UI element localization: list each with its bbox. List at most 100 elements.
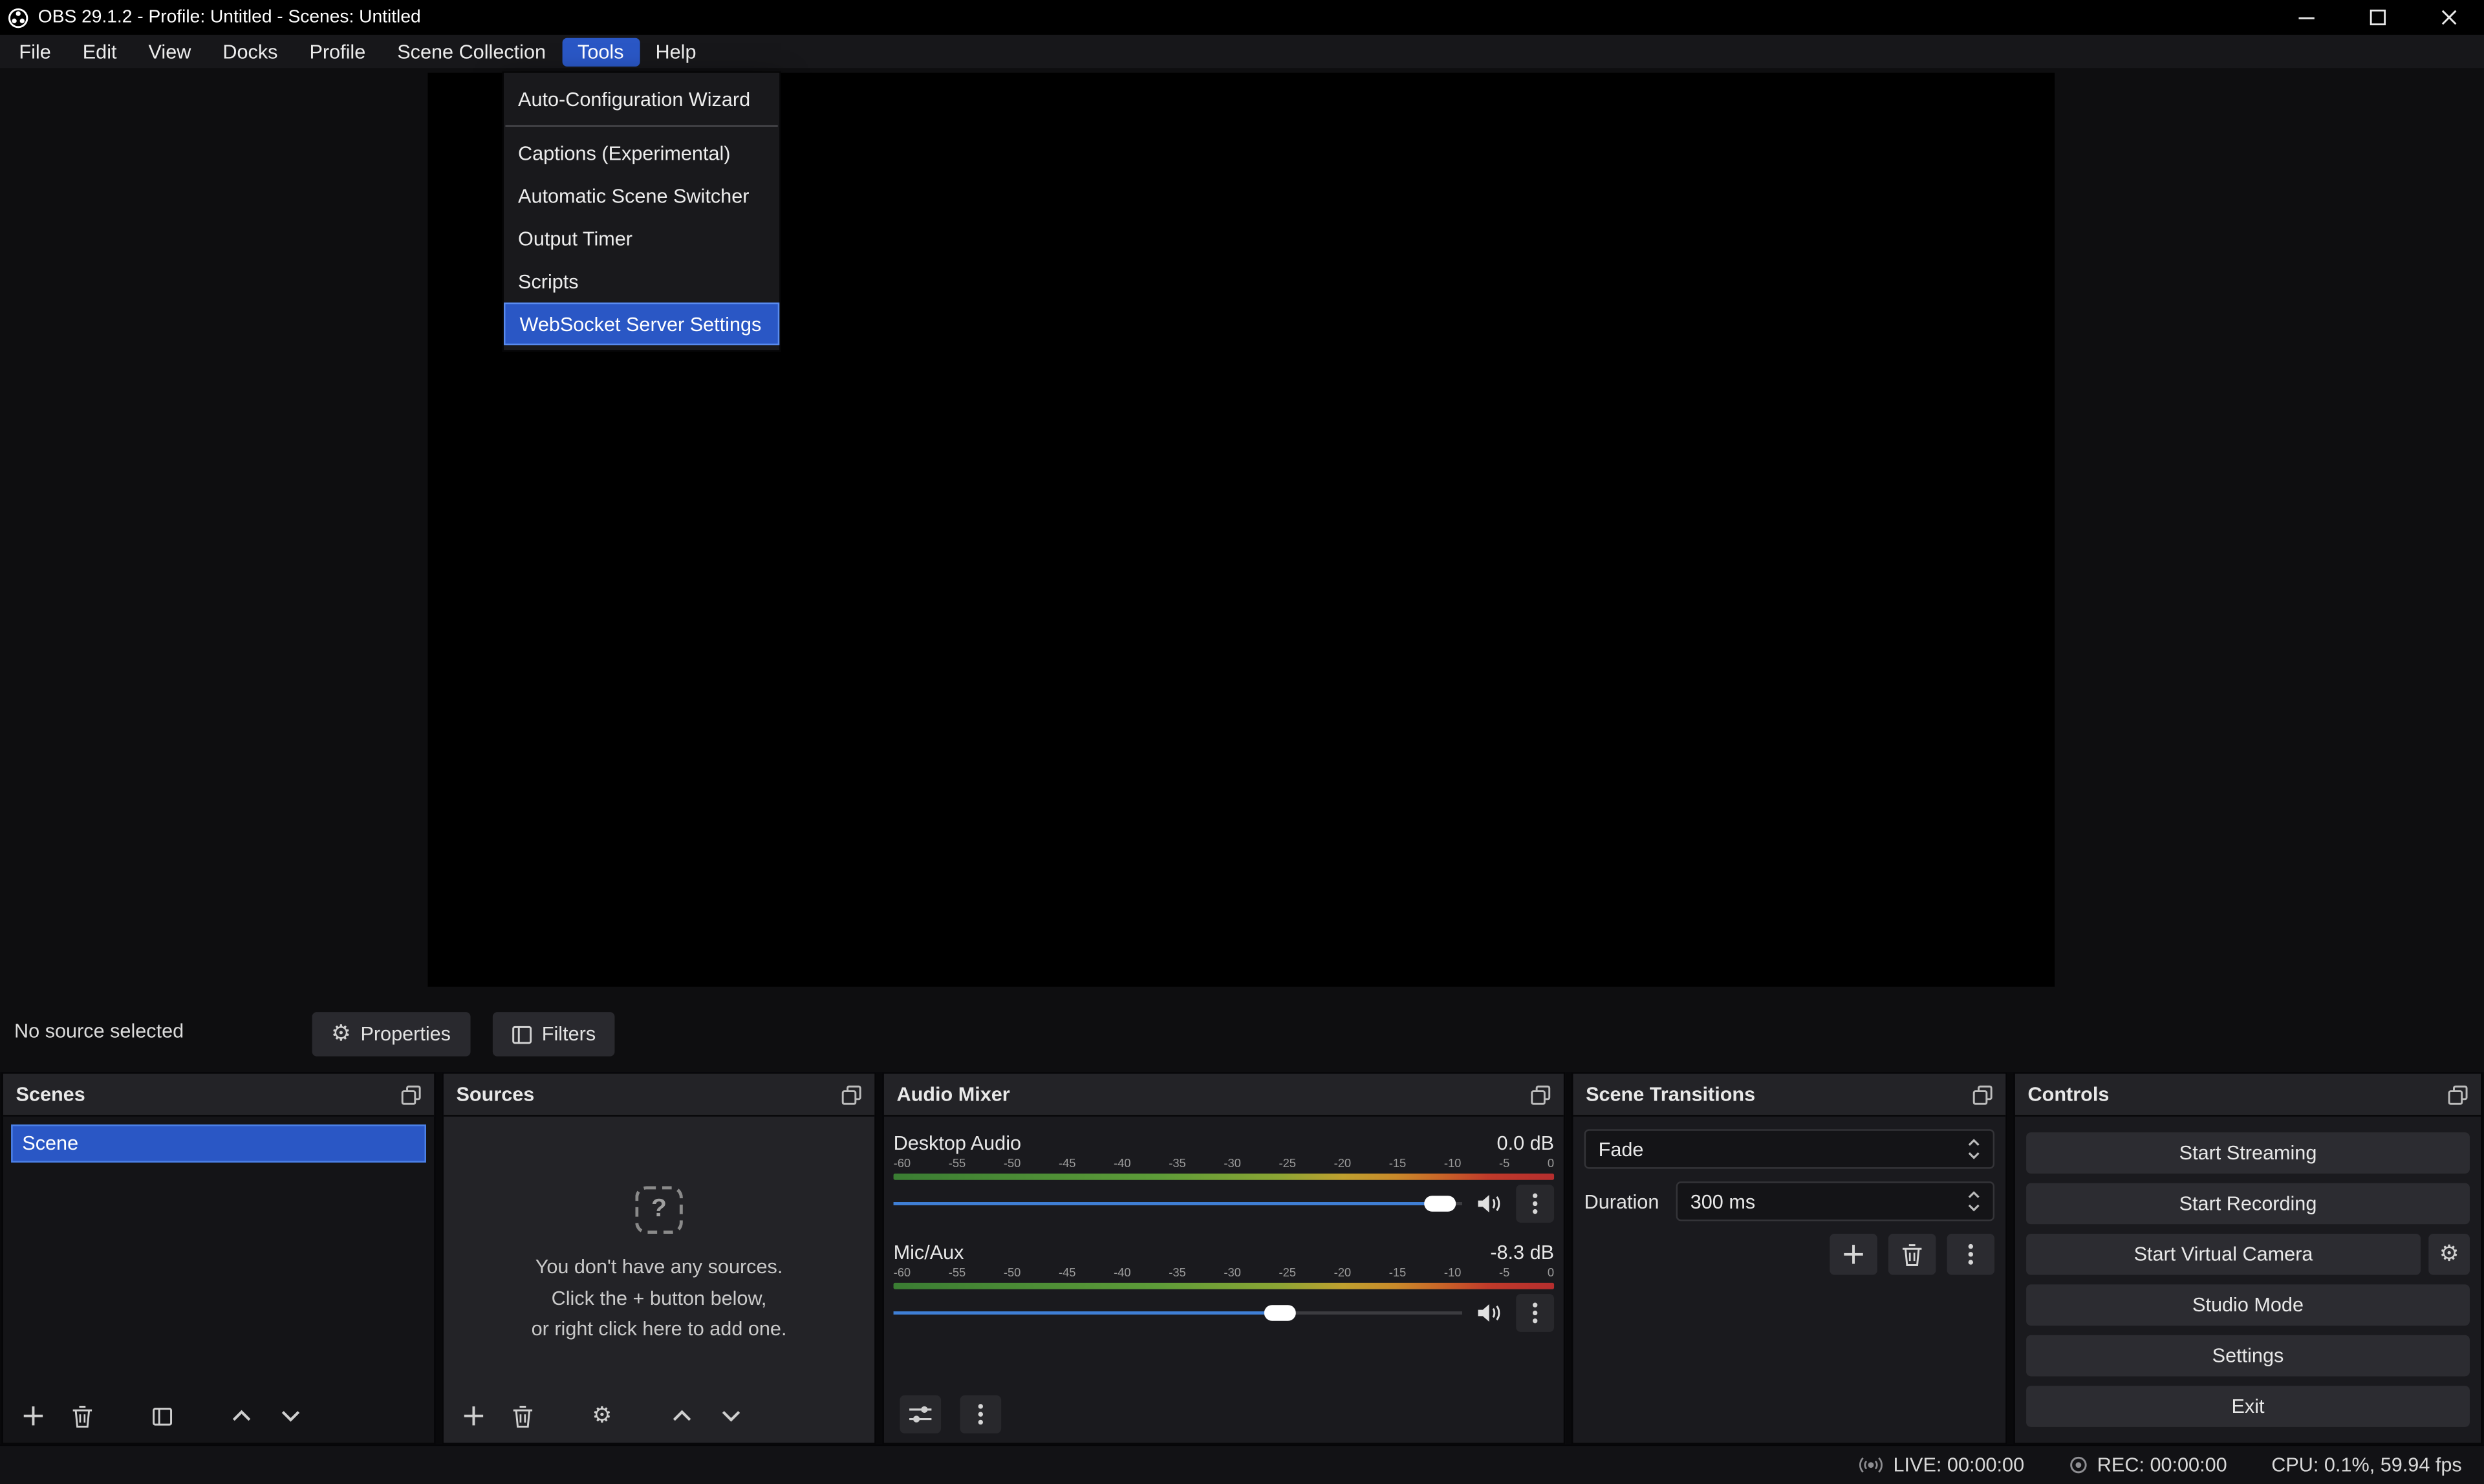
popout-icon[interactable] — [841, 1084, 862, 1105]
volume-slider[interactable] — [894, 1185, 1462, 1223]
move-scene-down-icon[interactable] — [275, 1402, 304, 1430]
mixer-options-kebab-icon[interactable] — [960, 1395, 1001, 1434]
scene-list-item[interactable]: Scene — [11, 1124, 426, 1163]
menubar: File Edit View Docks Profile Scene Colle… — [0, 35, 2484, 68]
controls-dock-header[interactable]: Controls — [2015, 1074, 2481, 1117]
menu-item-output-timer[interactable]: Output Timer — [504, 217, 779, 260]
move-scene-up-icon[interactable] — [226, 1402, 255, 1430]
audio-mixer-dock-title: Audio Mixer — [896, 1083, 1010, 1105]
workspace: Auto-Configuration Wizard Captions (Expe… — [0, 68, 2484, 996]
menu-edit[interactable]: Edit — [67, 38, 133, 66]
remove-scene-icon[interactable] — [68, 1402, 96, 1430]
popout-icon[interactable] — [1530, 1084, 1551, 1105]
gear-icon: ⚙ — [331, 1023, 351, 1045]
transitions-dock-header[interactable]: Scene Transitions — [1573, 1074, 2005, 1117]
menu-docks[interactable]: Docks — [207, 38, 294, 66]
sources-dock-header[interactable]: Sources — [444, 1074, 874, 1117]
advanced-audio-settings-icon[interactable] — [900, 1395, 941, 1434]
volume-meter — [894, 1174, 1554, 1180]
maximize-button[interactable] — [2342, 0, 2413, 35]
menu-file[interactable]: File — [3, 38, 67, 66]
scenes-dock-header[interactable]: Scenes — [3, 1074, 434, 1117]
filters-button[interactable]: Filters — [493, 1012, 615, 1057]
rec-status: REC: 00:00:00 — [2069, 1454, 2227, 1476]
rec-time-label: REC: 00:00:00 — [2097, 1454, 2227, 1476]
start-virtual-camera-button[interactable]: Start Virtual Camera — [2026, 1234, 2421, 1275]
scene-filters-icon[interactable] — [147, 1402, 176, 1430]
scenes-toolbar — [3, 1395, 434, 1443]
menu-tools[interactable]: Tools — [562, 38, 640, 66]
volume-slider[interactable] — [894, 1294, 1462, 1332]
add-scene-icon[interactable] — [19, 1402, 47, 1430]
spin-arrows-icon[interactable] — [1967, 1191, 1980, 1212]
minimize-button[interactable] — [2270, 0, 2341, 35]
add-transition-button[interactable] — [1830, 1234, 1877, 1275]
duration-spinbox[interactable]: 300 ms — [1676, 1181, 1994, 1221]
menu-view[interactable]: View — [133, 38, 207, 66]
transition-options-kebab-icon[interactable] — [1947, 1234, 1994, 1275]
popout-icon[interactable] — [1972, 1084, 1993, 1105]
transitions-dock-title: Scene Transitions — [1586, 1083, 1755, 1105]
record-icon — [2069, 1456, 2088, 1474]
speaker-icon[interactable] — [1476, 1192, 1502, 1214]
menu-profile[interactable]: Profile — [294, 38, 382, 66]
remove-source-icon[interactable] — [508, 1402, 537, 1430]
menu-separator — [505, 125, 777, 126]
channel-options-kebab-icon[interactable] — [1516, 1185, 1554, 1223]
scenes-dock-title: Scenes — [16, 1083, 85, 1105]
channel-level-value: -8.3 dB — [1490, 1241, 1554, 1263]
start-streaming-button[interactable]: Start Streaming — [2026, 1132, 2470, 1174]
menu-item-automatic-scene-switcher[interactable]: Automatic Scene Switcher — [504, 174, 779, 217]
scene-transitions-dock: Scene Transitions Fade Du — [1571, 1072, 2007, 1445]
channel-name: Desktop Audio — [894, 1132, 1021, 1154]
mixer-channel-desktop-audio: Desktop Audio 0.0 dB -60-55-50-45-40-35-… — [894, 1129, 1554, 1223]
menu-item-captions[interactable]: Captions (Experimental) — [504, 131, 779, 174]
obs-window: OBS 29.1.2 - Profile: Untitled - Scenes:… — [0, 0, 2484, 1484]
filters-icon — [512, 1024, 532, 1044]
volume-slider-handle[interactable] — [1264, 1305, 1296, 1320]
transition-select[interactable]: Fade — [1584, 1129, 1994, 1168]
sources-empty-line: You don't have any sources. — [444, 1254, 874, 1280]
live-status: LIVE: 00:00:00 — [1859, 1454, 2024, 1476]
add-source-icon[interactable] — [459, 1402, 488, 1430]
studio-mode-button[interactable]: Studio Mode — [2026, 1284, 2470, 1326]
help-question-icon: ? — [635, 1187, 682, 1234]
sources-empty-area[interactable]: ? You don't have any sources. Click the … — [444, 1117, 874, 1395]
volume-slider-handle[interactable] — [1423, 1196, 1455, 1211]
virtual-camera-settings-button[interactable]: ⚙ — [2428, 1234, 2470, 1275]
meter-scale: -60-55-50-45-40-35-30-25-20-15-10-50 — [894, 1265, 1554, 1281]
sources-dock: Sources ? You don't have any sources. Cl… — [442, 1072, 876, 1445]
menu-item-auto-configuration-wizard[interactable]: Auto-Configuration Wizard — [504, 78, 779, 120]
menu-item-websocket-server-settings[interactable]: WebSocket Server Settings — [504, 303, 779, 345]
audio-mixer-dock-header[interactable]: Audio Mixer — [884, 1074, 1564, 1117]
menu-help[interactable]: Help — [640, 38, 712, 66]
controls-dock-title: Controls — [2028, 1083, 2110, 1105]
duration-label: Duration — [1584, 1190, 1676, 1212]
statusbar: LIVE: 00:00:00 REC: 00:00:00 CPU: 0.1%, … — [0, 1445, 2484, 1484]
move-source-down-icon[interactable] — [716, 1402, 744, 1430]
speaker-icon[interactable] — [1476, 1302, 1502, 1324]
properties-button[interactable]: ⚙ Properties — [312, 1012, 470, 1057]
select-arrows-icon — [1967, 1139, 1980, 1159]
audio-mixer-dock: Audio Mixer Desktop Audio 0.0 dB -60-55-… — [882, 1072, 1565, 1445]
volume-meter — [894, 1283, 1554, 1289]
move-source-up-icon[interactable] — [667, 1402, 695, 1430]
channel-level-value: 0.0 dB — [1497, 1132, 1555, 1154]
remove-transition-button[interactable] — [1888, 1234, 1936, 1275]
menu-scene-collection[interactable]: Scene Collection — [382, 38, 562, 66]
channel-options-kebab-icon[interactable] — [1516, 1294, 1554, 1332]
settings-button[interactable]: Settings — [2026, 1335, 2470, 1377]
start-recording-button[interactable]: Start Recording — [2026, 1183, 2470, 1225]
popout-icon[interactable] — [2448, 1084, 2468, 1105]
source-properties-gear-icon[interactable]: ⚙ — [588, 1402, 616, 1430]
no-source-selected-label: No source selected — [14, 1020, 184, 1042]
properties-button-label: Properties — [360, 1023, 451, 1045]
popout-icon[interactable] — [401, 1084, 422, 1105]
controls-dock: Controls Start Streaming Start Recording… — [2013, 1072, 2482, 1445]
close-button[interactable] — [2413, 0, 2484, 35]
broadcast-icon — [1859, 1456, 1884, 1474]
sources-empty-line: Click the + button below, — [444, 1285, 874, 1311]
exit-button[interactable]: Exit — [2026, 1386, 2470, 1427]
obs-logo-icon — [8, 7, 28, 28]
menu-item-scripts[interactable]: Scripts — [504, 260, 779, 303]
